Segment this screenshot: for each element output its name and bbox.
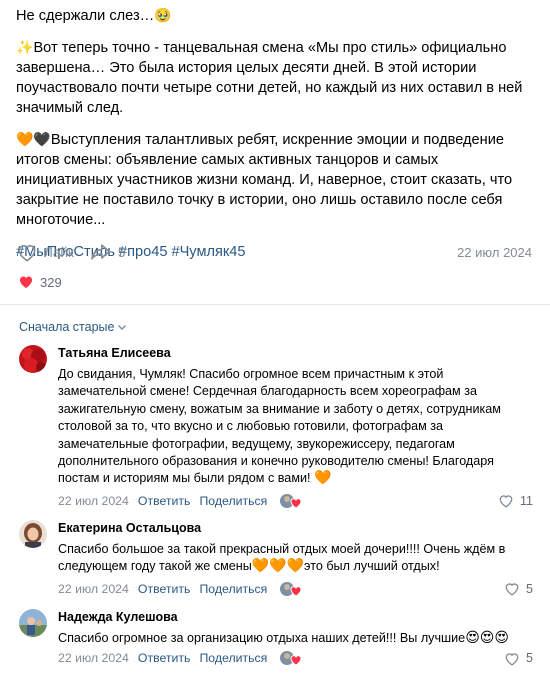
- comments-sort-toggle[interactable]: Сначала старые: [19, 320, 127, 334]
- comment-author[interactable]: Татьяна Елисеева: [58, 345, 533, 361]
- red-heart-icon: [18, 274, 34, 290]
- orange-hearts-emoji: 🧡🧡🧡: [251, 558, 305, 575]
- comment-text-content-end: это был лучший отдых!: [304, 559, 440, 574]
- comments-divider: [0, 304, 550, 305]
- post-title-line: Не сдержали слез…🥹: [16, 6, 536, 26]
- share-comment-button[interactable]: Поделиться: [199, 651, 267, 665]
- chevron-down-icon: [118, 325, 127, 330]
- orange-heart-emoji: 🧡: [314, 470, 332, 487]
- share-button[interactable]: 5: [90, 242, 126, 262]
- comment-date: 22 июл 2024: [58, 651, 129, 666]
- comment-like-count: 11: [520, 493, 533, 508]
- comment-reactions-preview[interactable]: [279, 492, 303, 510]
- share-comment-button[interactable]: Поделиться: [199, 494, 267, 508]
- comment-date: 22 июл 2024: [58, 493, 129, 508]
- comment-text-content: Спасибо огромное за организацию отдыха н…: [58, 631, 466, 645]
- woman-portrait-avatar-image: [19, 520, 47, 548]
- comment-meta: 22 июл 2024 Ответить Поделиться 11: [58, 492, 533, 510]
- comment-like-count: 5: [526, 651, 533, 666]
- comment-meta: 22 июл 2024 Ответить Поделиться 5: [58, 580, 533, 598]
- hearts-emoji: 🧡🖤: [16, 132, 51, 148]
- like-button[interactable]: Лайк: [16, 242, 74, 262]
- comment-date: 22 июл 2024: [58, 581, 129, 596]
- share-count: 5: [117, 244, 126, 260]
- comment-author[interactable]: Надежда Кулешова: [58, 609, 533, 625]
- heart-eyes-emoji: 😍😍😍: [465, 630, 509, 646]
- comment-meta: 22 июл 2024 Ответить Поделиться 5: [58, 649, 533, 667]
- reactions-count: 329: [40, 274, 62, 290]
- heart-outline-icon: [505, 583, 519, 596]
- post-body: Не сдержали слез…🥹 ✨Вот теперь точно - т…: [16, 6, 536, 274]
- comment-like-button[interactable]: 5: [504, 651, 533, 666]
- heart-outline-icon: [505, 653, 519, 666]
- sort-label: Сначала старые: [19, 320, 115, 334]
- comment-text-content: До свидания, Чумляк! Спасибо огромное вс…: [58, 367, 501, 486]
- share-arrow-icon: [90, 244, 110, 260]
- avatar[interactable]: [19, 520, 47, 548]
- reactions-summary[interactable]: 329: [18, 274, 62, 290]
- post-paragraph-1-text: Вот теперь точно - танцевальная смена «М…: [16, 40, 523, 116]
- post-paragraph-2: 🧡🖤Выступления талантливых ребят, искренн…: [16, 130, 536, 230]
- heart-outline-icon: [18, 245, 36, 262]
- heart-outline-icon: [499, 495, 513, 508]
- avatar-heart-reaction-icon: [280, 651, 302, 666]
- outdoor-photo-avatar-image: [19, 609, 47, 637]
- post-paragraph-1: ✨Вот теперь точно - танцевальная смена «…: [16, 38, 536, 118]
- post-paragraph-2-text: Выступления талантливых ребят, искренние…: [16, 132, 513, 228]
- comment-reactions-preview[interactable]: [279, 580, 303, 598]
- comment-text: Спасибо большое за такой прекрасный отды…: [58, 541, 533, 576]
- comment-author[interactable]: Екатерина Остальцова: [58, 520, 533, 536]
- post-date: 22 июл 2024: [457, 244, 532, 260]
- comment-like-button[interactable]: 11: [498, 493, 533, 508]
- avatar-heart-reaction-icon: [280, 493, 302, 509]
- comment-text: Спасибо огромное за организацию отдыха н…: [58, 630, 533, 647]
- red-flowers-avatar-image: [19, 345, 47, 373]
- post-title: Не сдержали слез…: [16, 8, 155, 24]
- avatar-heart-reaction-icon: [280, 581, 302, 597]
- reply-button[interactable]: Ответить: [138, 582, 191, 596]
- reply-button[interactable]: Ответить: [138, 651, 191, 665]
- reply-button[interactable]: Ответить: [138, 494, 191, 508]
- avatar[interactable]: [19, 345, 47, 373]
- like-label: Лайк: [44, 244, 74, 260]
- avatar[interactable]: [19, 609, 47, 637]
- comment-reactions-preview[interactable]: [279, 649, 303, 667]
- comment-like-button[interactable]: 5: [504, 581, 533, 596]
- comment-like-count: 5: [526, 581, 533, 596]
- post-actions-bar: Лайк 5 22 июл 2024: [16, 240, 532, 264]
- share-comment-button[interactable]: Поделиться: [199, 582, 267, 596]
- holding-tears-emoji: 🥹: [154, 8, 172, 24]
- sparkles-emoji: ✨: [16, 40, 34, 56]
- comment-text: До свидания, Чумляк! Спасибо огромное вс…: [58, 366, 533, 488]
